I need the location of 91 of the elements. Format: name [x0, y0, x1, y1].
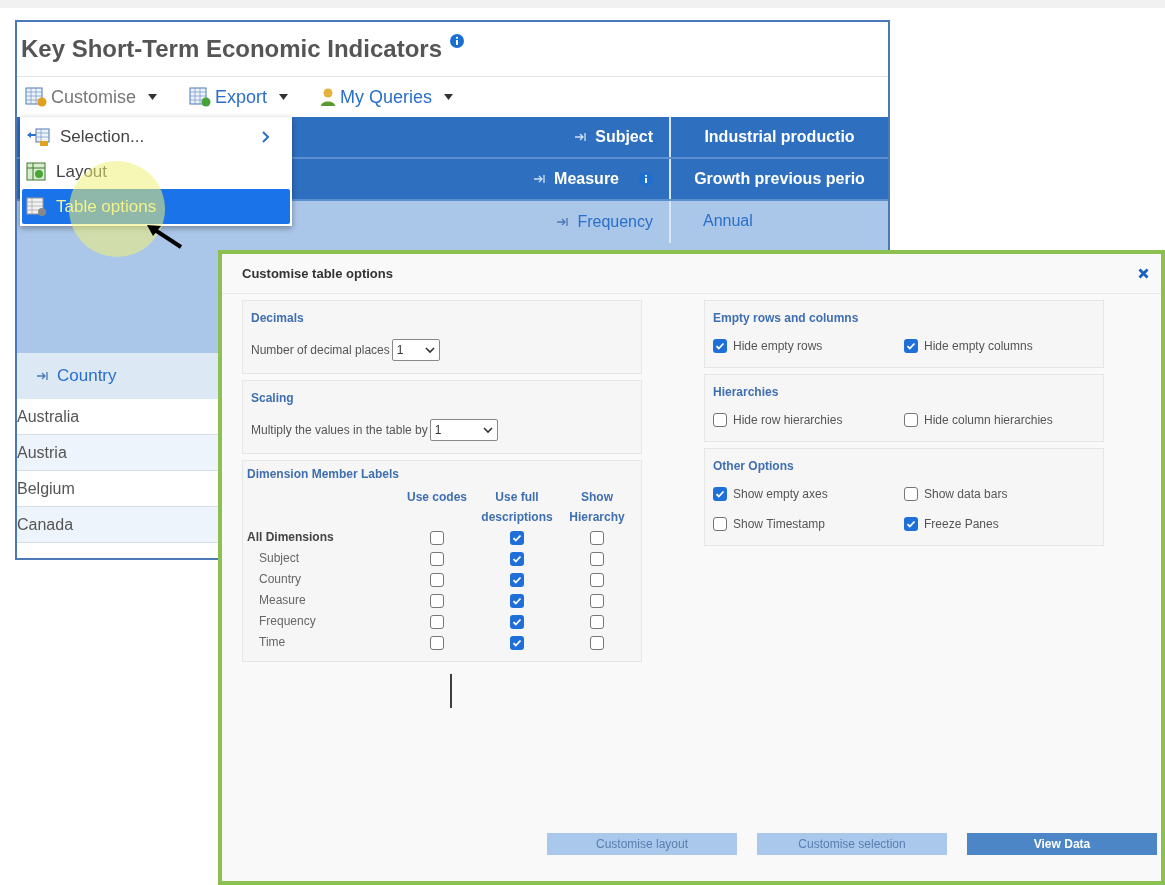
option-label: Show empty axes — [733, 486, 828, 503]
option-label: Show Timestamp — [733, 516, 826, 533]
checkbox[interactable] — [590, 593, 604, 608]
info-icon[interactable] — [450, 34, 464, 48]
checkbox[interactable] — [590, 551, 604, 566]
section-title: Decimals — [251, 310, 305, 327]
menu-item[interactable]: Layout — [22, 154, 290, 189]
menu-item[interactable]: Selection... — [22, 119, 290, 154]
section-title: Empty rows and columns — [713, 310, 860, 327]
table-settings-icon — [26, 196, 48, 217]
checkbox[interactable] — [713, 517, 727, 531]
chevron-down-icon — [482, 426, 493, 434]
checkbox[interactable] — [590, 614, 604, 629]
close-icon[interactable] — [1138, 268, 1149, 279]
column-header-cell: Growth previous perio — [669, 159, 888, 199]
checkbox[interactable] — [510, 614, 524, 629]
toolbar-menu-button[interactable]: Customise — [25, 83, 158, 111]
checkbox[interactable] — [510, 593, 524, 608]
option-label: Freeze Panes — [924, 516, 999, 533]
checkbox[interactable] — [430, 614, 444, 629]
layout-grid-icon — [26, 161, 48, 182]
dimension-label: Subject — [258, 550, 301, 567]
table-document-icon — [189, 87, 212, 107]
option-label: Hide empty columns — [924, 338, 1033, 355]
checkbox[interactable] — [430, 551, 444, 566]
checkbox[interactable] — [590, 530, 604, 545]
checkbox[interactable] — [430, 635, 444, 650]
checkbox[interactable] — [904, 413, 918, 427]
table-document-icon — [25, 87, 47, 107]
checkmark-icon — [906, 519, 916, 529]
column-header-cell: Industrial productio — [669, 117, 888, 157]
info-icon[interactable] — [639, 172, 653, 186]
dialog-title: Customise table options — [242, 264, 393, 283]
page-title: Key Short-Term Economic Indicators — [21, 34, 442, 64]
dimension-label: Frequency — [258, 613, 317, 630]
checkbox[interactable] — [904, 517, 918, 531]
checkbox[interactable] — [430, 530, 444, 545]
checkmark-icon — [512, 574, 522, 585]
dimension-header[interactable]: Measure — [534, 167, 619, 191]
dimension-label: Country — [258, 571, 303, 588]
checkbox[interactable] — [430, 572, 444, 587]
checkbox[interactable] — [713, 487, 727, 501]
checkbox[interactable] — [510, 530, 524, 545]
pin-arrow-icon — [557, 218, 570, 226]
checkbox[interactable] — [510, 635, 524, 650]
checkmark-icon — [512, 553, 522, 564]
dimension-label: Measure — [258, 592, 307, 609]
dimension-label: All Dimensions — [247, 529, 335, 546]
checkmark-icon — [512, 616, 522, 627]
checkbox[interactable] — [430, 593, 444, 608]
option-label: Hide empty rows — [733, 338, 823, 355]
user-icon — [320, 87, 337, 107]
pin-arrow-icon — [37, 372, 49, 380]
field-label: Number of decimal places — [251, 342, 390, 359]
section-title: Hierarchies — [713, 384, 780, 401]
chevron-down-icon — [424, 346, 435, 354]
checkbox[interactable] — [904, 487, 918, 501]
dimension-header[interactable]: Frequency — [557, 210, 653, 234]
filter-table-icon — [26, 126, 52, 147]
pointer-arrow-icon — [145, 222, 185, 250]
checkmark-icon — [512, 595, 522, 606]
checkmark-icon — [512, 637, 522, 648]
checkbox[interactable] — [590, 572, 604, 587]
checkbox[interactable] — [904, 339, 918, 353]
checkbox[interactable] — [713, 339, 727, 353]
checkmark-icon — [906, 341, 916, 351]
dropdown-select[interactable]: 1 — [391, 339, 440, 361]
checkbox[interactable] — [713, 413, 727, 427]
dialog-button[interactable]: View Data — [967, 833, 1157, 855]
column-heading: Use codes — [406, 489, 468, 506]
option-label: Hide column hierarchies — [924, 412, 1053, 429]
checkmark-icon — [512, 532, 522, 543]
toolbar-menu-button[interactable]: Export — [189, 83, 289, 111]
chevron-right-icon — [262, 130, 270, 143]
caret-icon — [444, 94, 454, 100]
option-label: Show data bars — [924, 486, 1008, 503]
toolbar-menu-button[interactable]: My Queries — [320, 83, 454, 111]
checkmark-icon — [715, 341, 725, 351]
checkbox[interactable] — [510, 572, 524, 587]
caret-icon — [148, 94, 158, 100]
option-label: Hide row hierarchies — [733, 412, 843, 429]
checkbox[interactable] — [590, 635, 604, 650]
dropdown-select[interactable]: 1 — [429, 419, 498, 441]
pin-arrow-icon — [575, 133, 588, 141]
checkbox[interactable] — [510, 551, 524, 566]
dimension-label: Time — [258, 634, 287, 651]
pin-arrow-icon — [534, 175, 547, 183]
text-cursor-icon — [450, 674, 452, 708]
checkmark-icon — [715, 489, 725, 499]
caret-icon — [279, 94, 289, 100]
dimension-header[interactable]: Subject — [575, 125, 653, 149]
